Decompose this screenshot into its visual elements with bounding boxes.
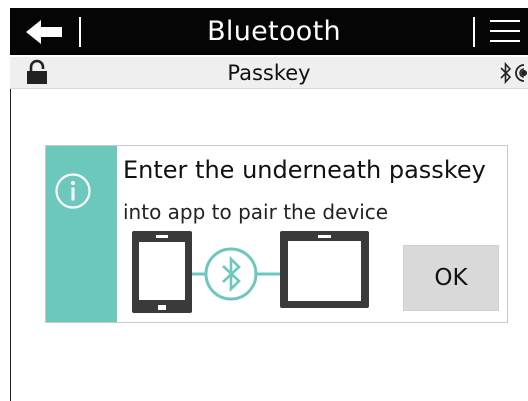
- dialog-message-line2: into app to pair the device: [123, 200, 389, 224]
- bluetooth-status-icon: [500, 62, 512, 84]
- pairing-illustration: [132, 231, 369, 313]
- sub-header-title: Passkey: [227, 61, 311, 85]
- panel-icon: [280, 231, 369, 308]
- sub-header: Passkey: [10, 57, 528, 89]
- ok-button[interactable]: OK: [403, 245, 499, 311]
- bluetooth-icon: [204, 247, 258, 301]
- title-bar: Bluetooth: [10, 8, 528, 55]
- info-icon: [55, 173, 91, 209]
- title-divider-left: [79, 17, 81, 47]
- page-title: Bluetooth: [207, 16, 341, 47]
- dialog-message-line1: Enter the underneath passkey: [123, 156, 486, 184]
- tablet-icon: [132, 231, 192, 313]
- passkey-dialog: Enter the underneath passkey into app to…: [45, 145, 508, 323]
- signal-icon: [515, 64, 527, 82]
- menu-button[interactable]: [480, 8, 528, 55]
- lock-icon: [27, 59, 47, 84]
- title-divider-right: [473, 17, 475, 47]
- back-button[interactable]: [10, 8, 80, 55]
- dialog-accent-strip: [46, 146, 117, 322]
- left-border: [10, 89, 11, 401]
- back-arrow-icon: [26, 20, 62, 44]
